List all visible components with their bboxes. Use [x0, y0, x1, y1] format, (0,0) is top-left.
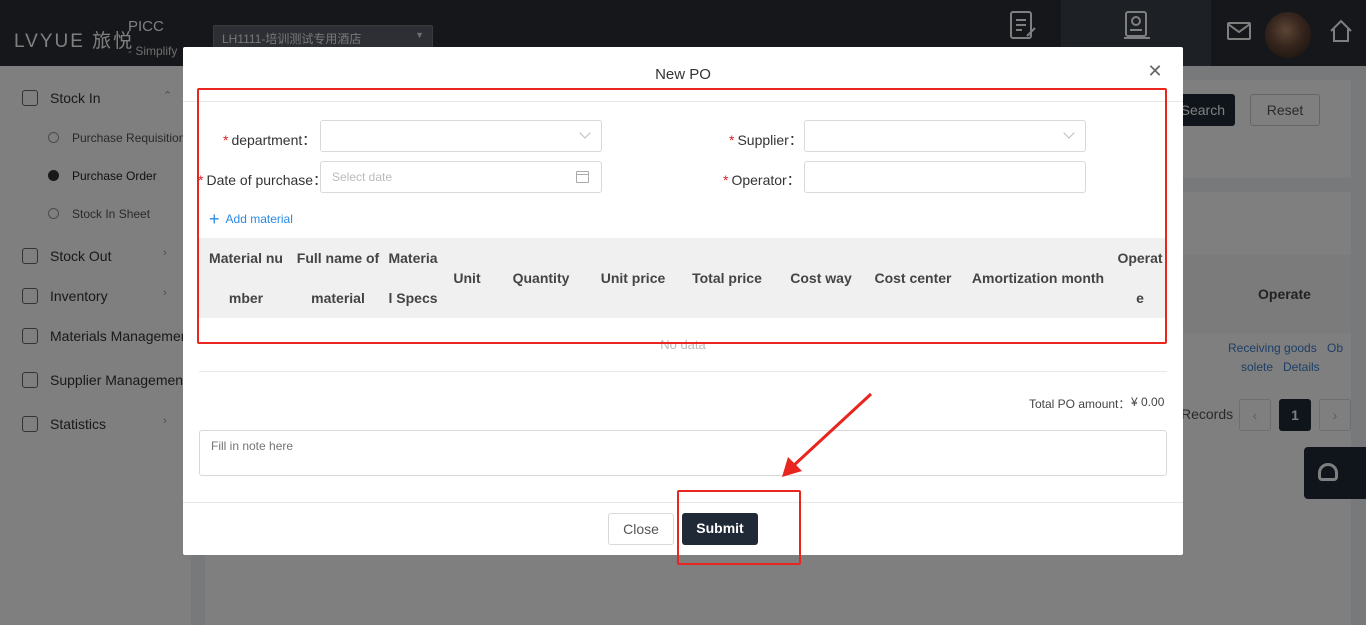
form-highlight-box — [197, 88, 1167, 344]
divider — [199, 371, 1167, 372]
note-textarea[interactable] — [199, 430, 1167, 476]
submit-highlight-box — [677, 490, 801, 565]
total-po-amount-label: Total PO amount： — [1029, 397, 1131, 411]
total-po-amount-value: ¥ 0.00 — [1131, 395, 1165, 409]
close-icon[interactable]: ✕ — [1147, 62, 1163, 80]
modal-title: New PO — [655, 66, 711, 83]
annotation-arrow-icon — [782, 392, 873, 477]
close-button[interactable]: Close — [608, 513, 674, 545]
